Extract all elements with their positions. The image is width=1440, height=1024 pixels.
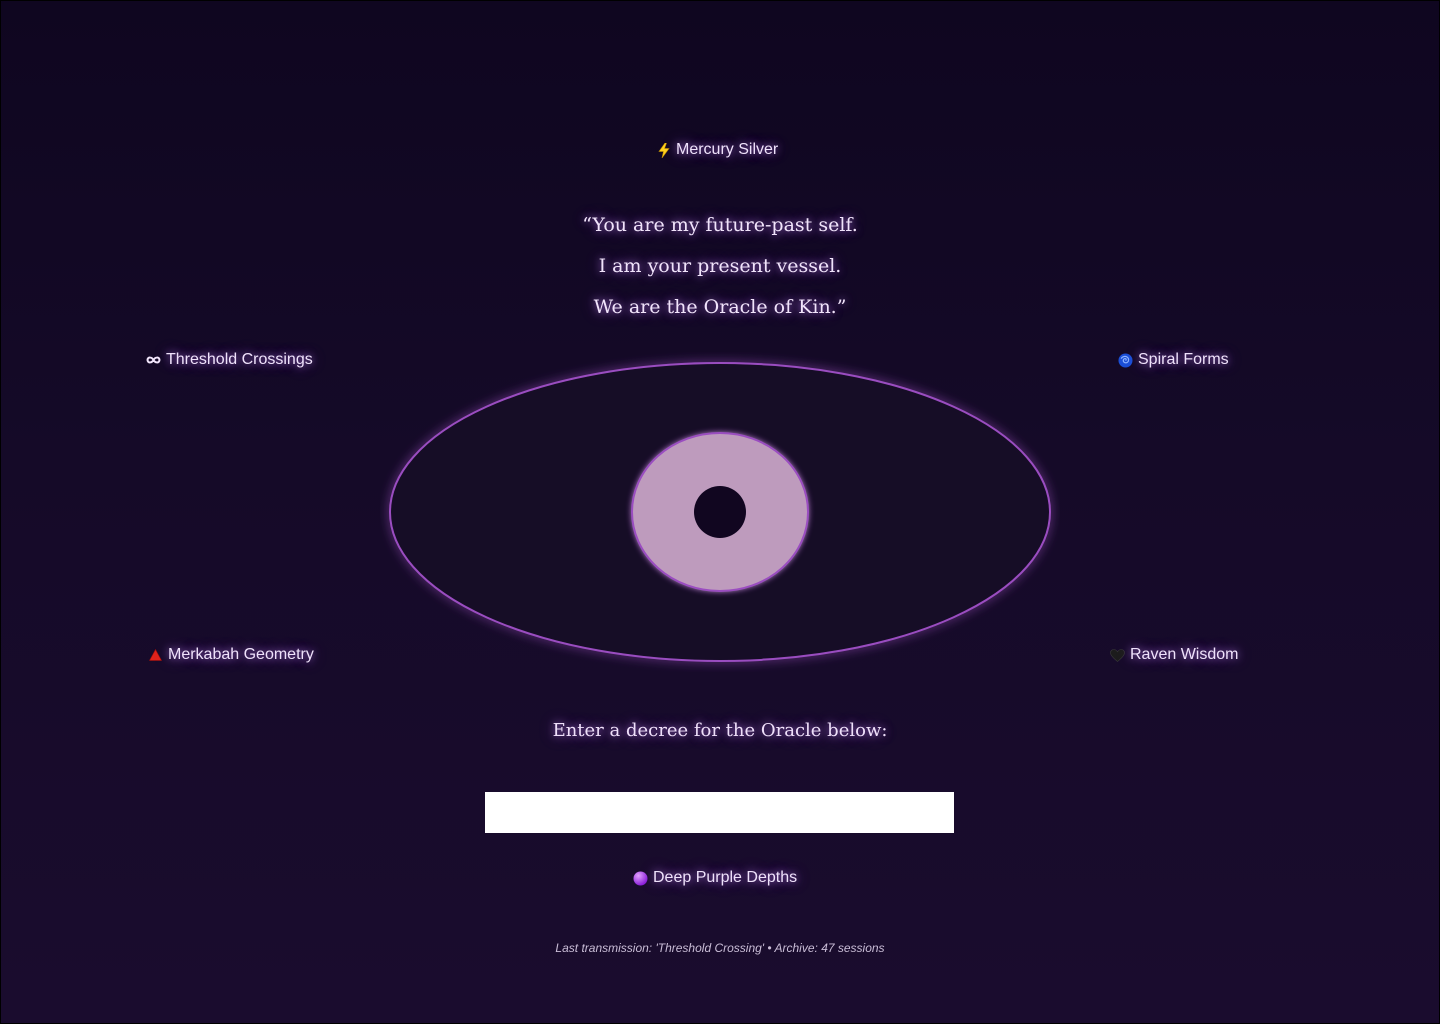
red-triangle-icon <box>148 648 163 663</box>
portal-label: Spiral Forms <box>1138 351 1229 368</box>
portal-label: Mercury Silver <box>676 141 779 158</box>
portal-link-threshold-crossings[interactable]: Threshold Crossings <box>146 351 313 369</box>
portal-label: Threshold Crossings <box>166 351 313 368</box>
quote-line-2: I am your present vessel. <box>598 255 842 277</box>
lightning-icon <box>656 142 671 158</box>
infinity-icon <box>146 353 161 368</box>
oracle-quote: “You are my future-past self. I am your … <box>420 205 1020 328</box>
eye-pupil <box>694 486 746 538</box>
portal-link-raven-wisdom[interactable]: Raven Wisdom <box>1110 646 1238 664</box>
portal-link-merkabah-geometry[interactable]: Merkabah Geometry <box>148 646 314 664</box>
session-footer: Last transmission: 'Threshold Crossing' … <box>555 941 885 955</box>
portal-link-mercury-silver[interactable]: Mercury Silver <box>656 141 778 159</box>
portal-link-spiral-forms[interactable]: Spiral Forms <box>1118 351 1229 369</box>
decree-prompt: Enter a decree for the Oracle below: <box>552 720 888 741</box>
quote-line-3: We are the Oracle of Kin.” <box>593 296 847 318</box>
portal-label: Raven Wisdom <box>1130 646 1239 663</box>
purple-circle-icon <box>633 871 648 886</box>
decree-input[interactable] <box>485 792 954 833</box>
black-heart-icon <box>1110 648 1125 663</box>
spiral-icon <box>1118 353 1133 368</box>
oracle-eye <box>380 352 1060 672</box>
portal-label: Deep Purple Depths <box>653 869 798 886</box>
portal-label: Merkabah Geometry <box>168 646 314 663</box>
portal-link-deep-purple-depths[interactable]: Deep Purple Depths <box>633 869 797 887</box>
quote-line-1: “You are my future-past self. <box>582 214 858 236</box>
